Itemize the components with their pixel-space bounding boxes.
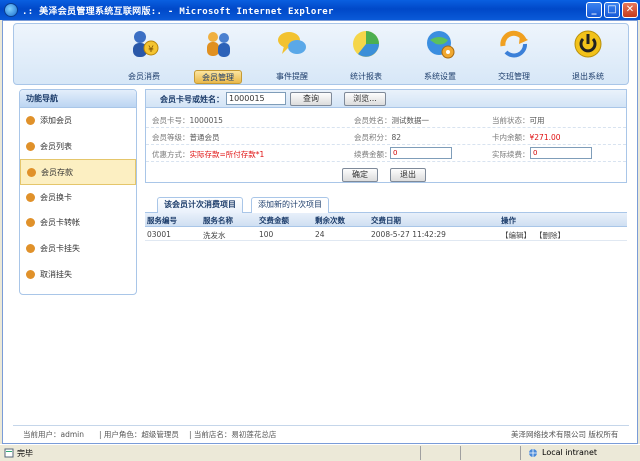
col-service-name: 服务名称 <box>203 216 233 225</box>
user-deposit-icon <box>27 168 36 178</box>
query-label: 会员卡号或姓名： <box>160 95 224 104</box>
close-button[interactable]: ✕ <box>622 2 638 18</box>
sidebar-item-member-deposit[interactable]: 会员存款 <box>20 159 136 185</box>
cancel-lost-icon <box>26 269 35 279</box>
current-store: | 当前店名：易初莲花总店 <box>189 430 277 439</box>
card-replace-icon <box>26 192 35 202</box>
left-nav-title: 功能导航 <box>20 90 136 108</box>
card-search-input[interactable]: 1000015 <box>226 92 286 105</box>
globe-gear-icon <box>424 28 456 60</box>
member-name-field: 会员姓名：测试数据一 <box>354 116 429 125</box>
sidebar-item-card-report-lost[interactable]: 会员卡挂失 <box>20 236 136 262</box>
actual-label: 实际续费： <box>492 150 530 159</box>
sidebar-item-card-replace[interactable]: 会员换卡 <box>20 185 136 211</box>
balance-field: 卡内余额：¥271.00 <box>492 133 561 142</box>
nav-shift-management[interactable]: 交班管理 <box>484 28 544 84</box>
confirm-button[interactable]: 确定 <box>342 168 378 182</box>
tab-add-count-item[interactable]: 添加新的计次项目 <box>251 197 329 213</box>
table-row: 03001 洗发水 100 24 2008-5-27 11:42:29 【编辑】… <box>145 227 627 241</box>
user-role: | 用户角色：超级管理员 <box>99 430 179 439</box>
query-row: 会员卡号或姓名： 1000015 查询 浏览... <box>146 90 626 108</box>
users-icon <box>202 28 234 60</box>
card-transfer-icon <box>26 218 35 228</box>
exit-button[interactable]: 退出 <box>390 168 426 182</box>
sidebar-item-member-list[interactable]: 会员列表 <box>20 134 136 160</box>
intranet-icon <box>528 448 538 460</box>
col-remaining: 剩余次数 <box>315 216 345 225</box>
chat-bubble-icon <box>276 28 308 60</box>
col-actions: 操作 <box>501 216 516 225</box>
nav-exit-system[interactable]: 退出系统 <box>558 28 618 84</box>
card-lost-icon <box>26 243 35 253</box>
tab-member-count-items[interactable]: 该会员计次消费项目 <box>157 197 243 213</box>
card-no-field: 会员卡号：1000015 <box>152 116 223 125</box>
search-button[interactable]: 查询 <box>290 92 332 106</box>
deposit-panel: 会员卡号或姓名： 1000015 查询 浏览... 会员卡号：1000015 会… <box>145 89 627 183</box>
deposit-label: 续费金额： <box>354 150 392 159</box>
sidebar-item-cancel-lost[interactable]: 取消挂失 <box>20 262 136 288</box>
page-icon <box>4 448 14 460</box>
col-amount: 交费金额 <box>259 216 289 225</box>
status-text: 完毕 <box>17 449 33 458</box>
status-field: 当前状态：可用 <box>492 116 545 125</box>
top-navigation: ¥ 会员消费 会员管理 事件提醒 统计报表 系统设置 交班管理 退出系统 <box>13 23 629 85</box>
edit-link[interactable]: 【编辑】 <box>501 230 531 241</box>
coin-user-icon: ¥ <box>128 28 160 60</box>
page-footer: 当前用户：admin | 用户角色：超级管理员 | 当前店名：易初莲花总店 美泽… <box>13 425 629 441</box>
left-navigation: 功能导航 添加会员 会员列表 会员存款 会员换卡 会员卡转帐 会员卡挂失 取消挂… <box>19 89 137 295</box>
level-field: 会员等级：普通会员 <box>152 133 220 142</box>
count-items-table: 服务编号 服务名称 交费金额 剩余次数 交费日期 操作 03001 洗发水 10… <box>145 213 627 241</box>
status-bar: 完毕 Local intranet <box>0 444 640 461</box>
pie-chart-icon <box>350 28 382 60</box>
actual-amount-input[interactable]: 0 <box>530 147 592 159</box>
nav-statistics-report[interactable]: 统计报表 <box>336 28 396 84</box>
user-add-icon <box>26 116 35 125</box>
nav-member-consumption[interactable]: ¥ 会员消费 <box>114 28 174 84</box>
nav-label: 系统设置 <box>424 72 456 81</box>
delete-link[interactable]: 【删除】 <box>535 230 565 241</box>
nav-label: 统计报表 <box>350 72 382 81</box>
internet-explorer-icon <box>4 3 18 17</box>
minimize-button[interactable]: _ <box>586 2 602 18</box>
nav-event-reminder[interactable]: 事件提醒 <box>262 28 322 84</box>
deposit-amount-input[interactable]: 0 <box>390 147 452 159</box>
nav-label: 交班管理 <box>498 72 530 81</box>
window-titlebar[interactable]: .: 美泽会员管理系统互联网版:. - Microsoft Internet E… <box>0 0 640 20</box>
item-tabs: 该会员计次消费项目 添加新的计次项目 <box>145 195 627 213</box>
promo-field: 优惠方式：实际存款=所付存款*1 <box>152 150 265 159</box>
points-field: 会员积分：82 <box>354 133 402 142</box>
refresh-arrow-icon <box>498 28 530 60</box>
browse-button[interactable]: 浏览... <box>344 92 386 106</box>
maximize-button[interactable]: □ <box>604 2 620 18</box>
col-date: 交费日期 <box>371 216 401 225</box>
nav-label: 事件提醒 <box>276 72 308 81</box>
nav-label: 会员消费 <box>128 72 160 81</box>
current-user: 当前用户：admin <box>23 430 84 439</box>
nav-system-settings[interactable]: 系统设置 <box>410 28 470 84</box>
col-service-id: 服务编号 <box>147 216 177 225</box>
nav-label: 退出系统 <box>572 72 604 81</box>
power-icon <box>572 28 604 60</box>
svg-text:¥: ¥ <box>148 45 154 55</box>
nav-member-management[interactable]: 会员管理 <box>188 28 248 84</box>
window-title: .: 美泽会员管理系统互联网版:. - Microsoft Internet E… <box>22 7 334 17</box>
browser-content: ¥ 会员消费 会员管理 事件提醒 统计报表 系统设置 交班管理 退出系统 功能导… <box>2 20 638 444</box>
sidebar-item-add-member[interactable]: 添加会员 <box>20 108 136 134</box>
user-list-icon <box>26 141 35 151</box>
table-header: 服务编号 服务名称 交费金额 剩余次数 交费日期 操作 <box>145 213 627 227</box>
sidebar-item-card-transfer[interactable]: 会员卡转帐 <box>20 210 136 236</box>
security-zone: Local intranet <box>542 448 598 457</box>
copyright: 美泽网络技术有限公司 版权所有 <box>511 430 619 439</box>
nav-label: 会员管理 <box>194 70 242 84</box>
